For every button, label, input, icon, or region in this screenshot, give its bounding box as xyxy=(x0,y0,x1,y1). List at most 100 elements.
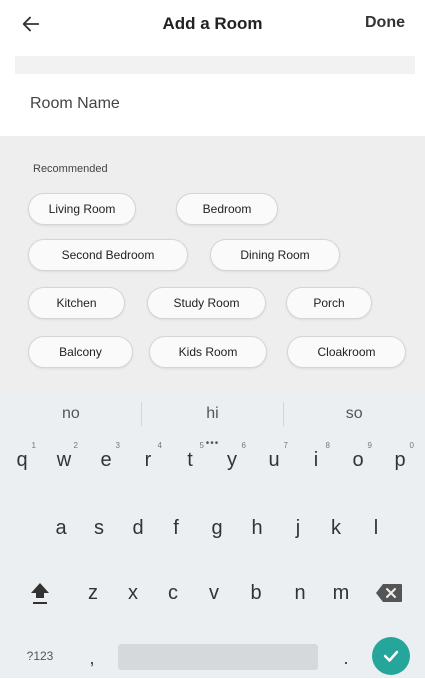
key-j-label: j xyxy=(295,517,301,539)
key-i-label: i xyxy=(313,449,319,471)
chips-row-3: Kitchen Study Room Porch xyxy=(28,287,372,319)
chip-cloakroom[interactable]: Cloakroom xyxy=(287,336,406,368)
chip-kitchen[interactable]: Kitchen xyxy=(28,287,125,319)
room-name-row xyxy=(0,78,425,136)
key-w-hint: 2 xyxy=(73,441,78,450)
chip-dining-room[interactable]: Dining Room xyxy=(210,239,340,271)
key-f[interactable]: f xyxy=(158,507,194,549)
chips-row-4: Balcony Kids Room Cloakroom xyxy=(28,336,406,368)
key-t[interactable]: t5 xyxy=(172,439,208,481)
key-l[interactable]: l xyxy=(358,507,394,549)
key-t-label: t xyxy=(187,449,193,471)
key-s-label: s xyxy=(94,517,104,539)
key-o[interactable]: o9 xyxy=(340,439,376,481)
key-g[interactable]: g xyxy=(199,507,235,549)
key-w[interactable]: w2 xyxy=(46,439,82,481)
key-k-label: k xyxy=(331,517,341,539)
key-p-hint: 0 xyxy=(409,441,414,450)
key-y[interactable]: y6 xyxy=(214,439,250,481)
key-i[interactable]: i8 xyxy=(298,439,334,481)
key-z-label: z xyxy=(88,582,98,604)
key-a-label: a xyxy=(55,517,67,539)
key-h[interactable]: h xyxy=(239,507,275,549)
comma-key[interactable]: , xyxy=(78,637,106,679)
chip-living-room[interactable]: Living Room xyxy=(28,193,136,225)
recommended-section: Recommended Living Room Bedroom Second B… xyxy=(0,136,425,392)
room-name-input[interactable] xyxy=(28,94,402,114)
key-d[interactable]: d xyxy=(120,507,156,549)
suggestion-divider xyxy=(141,402,142,426)
suggestion-divider xyxy=(283,402,284,426)
key-r[interactable]: r4 xyxy=(130,439,166,481)
key-m[interactable]: m xyxy=(323,572,359,614)
suggestion-1[interactable]: no xyxy=(0,392,142,436)
period-key[interactable]: . xyxy=(332,637,360,679)
key-q-label: q xyxy=(16,449,28,471)
key-l-label: l xyxy=(373,517,379,539)
suggestion-1-label: no xyxy=(61,405,80,422)
key-b[interactable]: b xyxy=(238,572,274,614)
chip-bedroom[interactable]: Bedroom xyxy=(176,193,278,225)
key-c[interactable]: c xyxy=(155,572,191,614)
key-u[interactable]: u7 xyxy=(256,439,292,481)
key-m-label: m xyxy=(332,582,350,604)
enter-button[interactable] xyxy=(372,637,410,675)
chip-balcony[interactable]: Balcony xyxy=(28,336,133,368)
backspace-key[interactable] xyxy=(367,572,411,614)
soft-keyboard: no hi ••• so q1 w2 e3 r4 t5 y6 u7 i8 o9 p… xyxy=(0,392,425,678)
key-b-label: b xyxy=(250,582,262,604)
header-divider xyxy=(15,56,415,74)
key-s[interactable]: s xyxy=(81,507,117,549)
top-bar: Add a Room Done xyxy=(0,0,425,50)
key-h-label: h xyxy=(251,517,263,539)
chip-porch[interactable]: Porch xyxy=(286,287,372,319)
done-button[interactable]: Done xyxy=(365,14,405,32)
chip-study-room[interactable]: Study Room xyxy=(147,287,266,319)
key-x[interactable]: x xyxy=(115,572,151,614)
key-o-label: o xyxy=(352,449,364,471)
chips-row-2: Second Bedroom Dining Room xyxy=(28,239,340,271)
checkmark-icon xyxy=(383,650,399,662)
key-t-hint: 5 xyxy=(199,441,204,450)
key-w-label: w xyxy=(56,449,72,471)
key-r-hint: 4 xyxy=(157,441,162,450)
key-v-label: v xyxy=(209,582,219,604)
key-e[interactable]: e3 xyxy=(88,439,124,481)
key-a[interactable]: a xyxy=(43,507,79,549)
key-f-label: f xyxy=(173,517,179,539)
key-j[interactable]: j xyxy=(280,507,316,549)
chips-row-1: Living Room Bedroom xyxy=(28,193,278,225)
suggestion-bar: no hi ••• so xyxy=(0,392,425,449)
chip-second-bedroom[interactable]: Second Bedroom xyxy=(28,239,188,271)
key-q-hint: 1 xyxy=(31,441,36,450)
key-p[interactable]: p0 xyxy=(382,439,418,481)
spacebar[interactable] xyxy=(118,644,318,670)
suggestion-3[interactable]: so xyxy=(283,392,425,436)
key-v[interactable]: v xyxy=(196,572,232,614)
key-d-label: d xyxy=(132,517,144,539)
key-n-label: n xyxy=(294,582,306,604)
key-k[interactable]: k xyxy=(318,507,354,549)
suggestion-3-label: so xyxy=(345,405,363,422)
key-u-label: u xyxy=(268,449,280,471)
chip-kids-room[interactable]: Kids Room xyxy=(149,336,267,368)
key-c-label: c xyxy=(168,582,178,604)
shift-icon xyxy=(31,583,49,604)
key-e-label: e xyxy=(100,449,112,471)
key-g-label: g xyxy=(211,517,223,539)
key-o-hint: 9 xyxy=(367,441,372,450)
key-r-label: r xyxy=(144,449,152,471)
symbols-key[interactable]: ?123 xyxy=(16,635,64,677)
key-x-label: x xyxy=(128,582,138,604)
key-q[interactable]: q1 xyxy=(4,439,40,481)
key-u-hint: 7 xyxy=(283,441,288,450)
key-y-hint: 6 xyxy=(241,441,246,450)
suggestion-2[interactable]: hi ••• xyxy=(142,392,284,449)
key-z[interactable]: z xyxy=(75,572,111,614)
key-i-hint: 8 xyxy=(325,441,330,450)
suggestion-2-label: hi xyxy=(206,405,219,422)
backspace-icon xyxy=(376,584,402,602)
shift-key[interactable] xyxy=(22,572,58,614)
key-n[interactable]: n xyxy=(282,572,318,614)
key-p-label: p xyxy=(394,449,406,471)
